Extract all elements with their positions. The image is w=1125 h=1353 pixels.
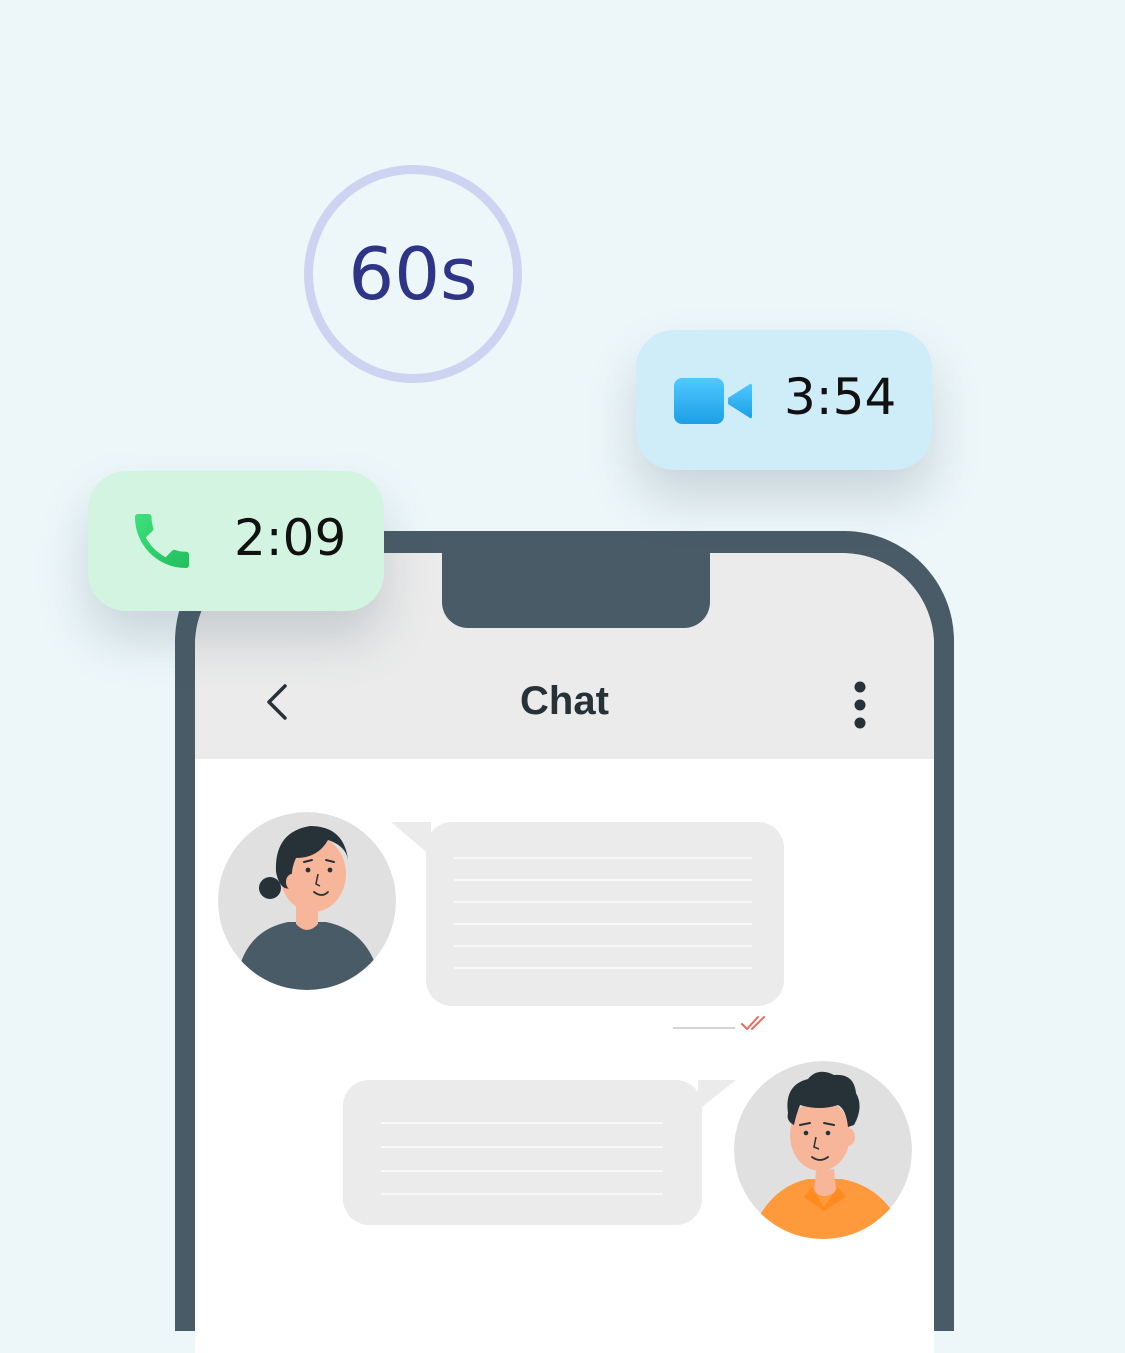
voice-call-duration-badge: 2:09 xyxy=(88,471,384,611)
phone-notch xyxy=(442,553,710,628)
bubble-tail-left xyxy=(391,822,431,856)
message-text-placeholder xyxy=(381,1170,663,1172)
message-bubble-incoming[interactable] xyxy=(426,822,784,1006)
video-camera-icon xyxy=(674,378,752,429)
message-text-placeholder xyxy=(454,879,752,881)
double-check-icon xyxy=(741,1016,765,1030)
voice-call-duration: 2:09 xyxy=(234,509,347,567)
message-text-placeholder xyxy=(381,1146,663,1148)
phone-icon xyxy=(126,505,198,582)
more-options-button[interactable] xyxy=(849,681,871,729)
phone-frame: Chat xyxy=(175,531,954,1353)
phone-screen: Chat xyxy=(195,553,934,1353)
message-text-placeholder xyxy=(381,1122,663,1124)
message-bubble-outgoing[interactable] xyxy=(343,1080,702,1225)
message-text-placeholder xyxy=(454,901,752,903)
avatar-man[interactable] xyxy=(734,1061,912,1239)
bubble-tail-right xyxy=(698,1080,736,1110)
avatar-woman[interactable] xyxy=(218,812,396,990)
video-call-duration-badge: 3:54 xyxy=(636,330,932,470)
message-text-placeholder xyxy=(454,857,752,859)
timer-label: 60s xyxy=(348,232,478,316)
chat-title: Chat xyxy=(520,679,609,723)
video-call-duration: 3:54 xyxy=(784,368,897,426)
more-vertical-icon xyxy=(854,681,866,729)
message-text-placeholder xyxy=(454,967,752,969)
message-text-placeholder xyxy=(381,1193,663,1195)
message-text-placeholder xyxy=(454,945,752,947)
message-meta-line xyxy=(673,1027,735,1029)
message-text-placeholder xyxy=(454,923,752,925)
countdown-timer: 60s xyxy=(304,165,522,383)
